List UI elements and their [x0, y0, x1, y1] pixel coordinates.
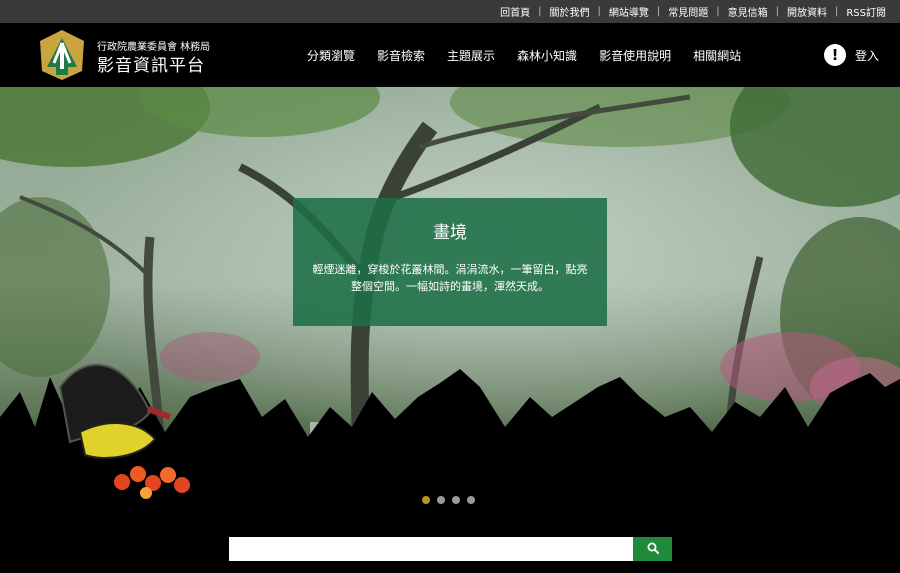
nav-item-search[interactable]: 影音檢索	[377, 47, 425, 64]
main-nav: 分類瀏覽 影音檢索 主題展示 森林小知識 影音使用說明 相關網站	[307, 23, 763, 87]
utility-links: 回首頁 | 關於我們 | 網站導覽 | 常見問題 | 意見信箱 | 開放資料 | RSS訂閱	[500, 0, 886, 23]
slide-description: 輕煙迷離，穿梭於花叢林間。涓涓流水，一筆留白，點亮整個空間。一幅如詩的畫境，渾然…	[312, 263, 588, 293]
utility-link-rss[interactable]: RSS訂閱	[846, 4, 886, 19]
utility-link-open-data[interactable]: 開放資料	[787, 4, 827, 19]
nav-item-related-sites[interactable]: 相關網站	[693, 47, 741, 64]
site-header: 行政院農業委員會 林務局 影音資訊平台 分類瀏覽 影音檢索 主題展示 森林小知識…	[0, 23, 900, 87]
divider: |	[597, 6, 601, 17]
nav-item-forest-knowledge[interactable]: 森林小知識	[517, 47, 577, 64]
site-title[interactable]: 影音資訊平台	[97, 51, 205, 76]
divider: |	[775, 6, 779, 17]
utility-link-home[interactable]: 回首頁	[500, 4, 530, 19]
nav-item-usage-guide[interactable]: 影音使用說明	[599, 47, 671, 64]
slide-title: 畫境	[433, 223, 467, 243]
carousel-indicators	[422, 496, 482, 504]
utility-link-sitemap[interactable]: 網站導覽	[609, 4, 649, 19]
nav-item-themes[interactable]: 主題展示	[447, 47, 495, 64]
utility-link-feedback[interactable]: 意見信箱	[728, 4, 768, 19]
search-button[interactable]	[633, 537, 672, 561]
alert-icon[interactable]: !	[824, 44, 846, 66]
divider: |	[834, 6, 839, 17]
carousel-dot-3[interactable]	[452, 496, 460, 504]
utility-bar: 回首頁 | 關於我們 | 網站導覽 | 常見問題 | 意見信箱 | 開放資料 | RSS訂閱	[0, 0, 900, 23]
nav-item-browse[interactable]: 分類瀏覽	[307, 47, 355, 64]
search-input[interactable]	[229, 537, 633, 561]
search-icon	[647, 542, 659, 554]
carousel-dot-4[interactable]	[467, 496, 475, 504]
slide-caption: 畫境 輕煙迷離，穿梭於花叢林間。涓涓流水，一筆留白，點亮整個空間。一幅如詩的畫境…	[293, 198, 607, 326]
login-link[interactable]: 登入	[855, 47, 879, 64]
utility-link-about[interactable]: 關於我們	[549, 4, 589, 19]
utility-link-faq[interactable]: 常見問題	[668, 4, 708, 19]
divider: |	[656, 6, 661, 17]
divider: |	[538, 6, 542, 17]
carousel-dot-2[interactable]	[437, 496, 445, 504]
divider: |	[716, 6, 720, 17]
carousel-dot-1[interactable]	[422, 496, 430, 504]
hero-banner: 畫境 輕煙迷離，穿梭於花叢林間。涓涓流水，一筆留白，點亮整個空間。一幅如詩的畫境…	[0, 87, 900, 522]
forestry-logo[interactable]	[37, 29, 87, 81]
